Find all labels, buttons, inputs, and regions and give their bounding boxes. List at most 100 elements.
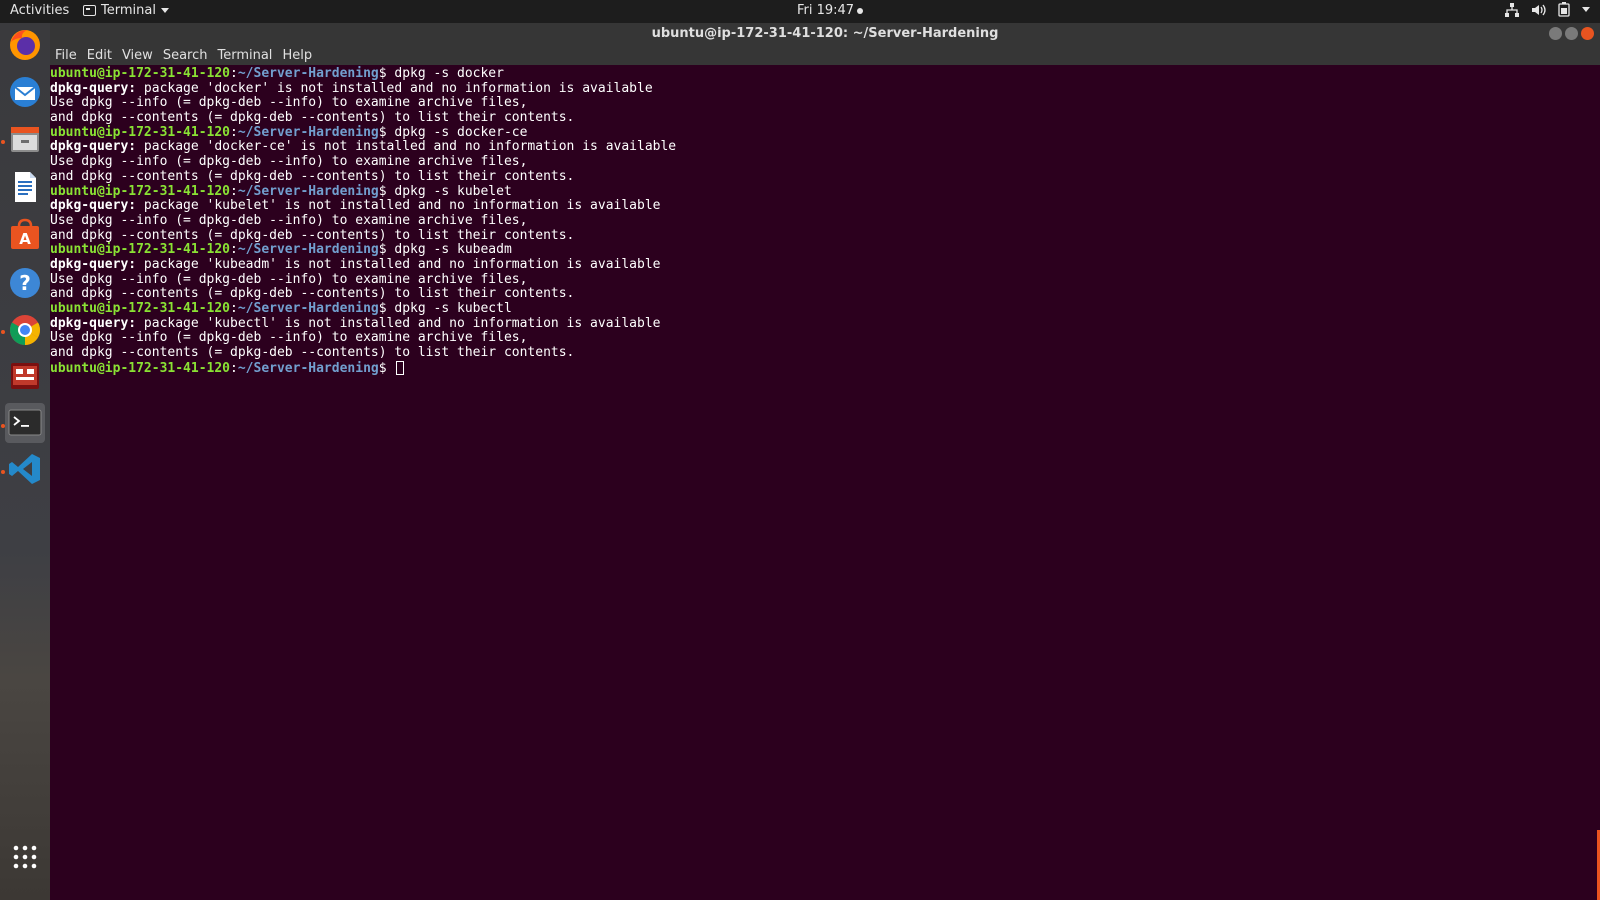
prompt-path: ~/Server-Hardening [237,242,379,258]
dock-thunderbird[interactable] [5,72,45,112]
dock-firefox[interactable] [5,25,45,65]
network-icon[interactable] [1505,2,1519,17]
show-apps-icon [13,845,37,869]
info-line: Use dpkg --info (= dpkg-deb --info) to e… [50,271,528,287]
prompt-line: ubuntu@ip-172-31-41-120:~/Server-Hardeni… [50,124,1600,141]
prompt-line: ubuntu@ip-172-31-41-120:~/Server-Hardeni… [50,242,1600,258]
top-bar: Activities Terminal Fri 19:47 [0,0,1600,23]
error-label: dpkg-query: [50,256,137,272]
error-label: dpkg-query: [50,80,137,96]
clock-label: Fri 19:47 [796,3,855,18]
prompt-line: ubuntu@ip-172-31-41-120:~/Server-Hardeni… [50,360,1600,376]
prompt-user-host: ubuntu@ip-172-31-41-120 [50,301,231,316]
volume-icon[interactable] [1531,3,1546,17]
info-line: Use dpkg --info (= dpkg-deb --info) to e… [50,95,528,111]
menu-terminal[interactable]: Terminal [217,48,272,63]
prompt-line: ubuntu@ip-172-31-41-120:~/Server-Hardeni… [50,301,1600,317]
dock-writer[interactable] [5,167,45,207]
minimize-button[interactable] [1549,27,1562,40]
close-button[interactable] [1581,27,1594,40]
info-line: and dpkg --contents (= dpkg-deb --conten… [50,345,575,361]
error-line: dpkg-query: package 'docker' is not inst… [50,80,1600,97]
info-line: Use dpkg --info (= dpkg-deb --info) to e… [50,330,528,346]
prompt-separator: : [230,360,238,376]
window-controls [1549,27,1594,40]
prompt-path: ~/Server-Hardening [237,124,379,140]
prompt-line: ubuntu@ip-172-31-41-120:~/Server-Hardeni… [50,183,1600,200]
dock-show-apps[interactable] [5,837,45,877]
prompt-line: ubuntu@ip-172-31-41-120:~/Server-Hardeni… [50,66,1600,82]
prompt-symbol: $ [378,242,395,258]
prompt-separator: : [230,242,238,258]
command-text: dpkg -s kubectl [394,301,512,316]
dock-remote-desktop[interactable] [5,356,45,396]
prompt-user-host: ubuntu@ip-172-31-41-120 [50,183,231,199]
vscode-icon [9,454,40,484]
system-menu-icon[interactable] [1582,7,1590,12]
prompt-separator: : [230,124,238,140]
prompt-symbol: $ [378,124,395,140]
dock-files[interactable] [5,119,45,159]
error-line: dpkg-query: package 'kubeadm' is not ins… [50,256,1600,273]
writer-icon [15,172,36,202]
help-icon: ? [10,268,40,298]
menu-bar: File Edit View Search Terminal Help [50,45,1600,65]
firefox-icon [10,30,40,60]
error-message: package 'kubeadm' is not installed and n… [136,256,661,272]
prompt-symbol: $ [378,301,395,316]
dock-vscode[interactable] [5,449,45,489]
dock-terminal[interactable] [5,403,45,443]
battery-icon[interactable] [1558,2,1570,17]
prompt-symbol: $ [378,66,395,81]
prompt-symbol: $ [378,360,395,376]
maximize-button[interactable] [1565,27,1578,40]
error-message: package 'kubelet' is not installed and n… [136,198,661,214]
info-line: Use dpkg --info (= dpkg-deb --info) to e… [50,154,528,170]
menu-view[interactable]: View [122,48,153,63]
dock-software[interactable]: A [5,214,45,254]
prompt-user-host: ubuntu@ip-172-31-41-120 [50,124,231,140]
prompt-path: ~/Server-Hardening [237,183,379,199]
prompt-path: ~/Server-Hardening [237,301,379,316]
menu-search[interactable]: Search [163,48,208,63]
info-line: Use dpkg --info (= dpkg-deb --info) to e… [50,212,528,228]
error-line: dpkg-query: package 'kubelet' is not ins… [50,198,1600,214]
remote-desktop-icon [11,363,39,389]
prompt-user-host: ubuntu@ip-172-31-41-120 [50,66,231,81]
prompt-separator: : [230,66,238,81]
terminal-output[interactable]: ubuntu@ip-172-31-41-120:~/Server-Hardeni… [50,65,1600,900]
error-line: dpkg-query: package 'docker-ce' is not i… [50,140,1600,155]
svg-text:?: ? [19,271,31,295]
dock-chrome[interactable] [5,310,45,350]
prompt-user-host: ubuntu@ip-172-31-41-120 [50,242,231,258]
system-tray[interactable] [1505,2,1590,17]
prompt-path: ~/Server-Hardening [237,360,379,376]
prompt-path: ~/Server-Hardening [237,66,379,81]
error-message: package 'kubectl' is not installed and n… [136,315,661,331]
menu-file[interactable]: File [55,48,77,63]
menu-edit[interactable]: Edit [87,48,112,63]
error-label: dpkg-query: [50,139,137,155]
menu-help[interactable]: Help [282,48,312,63]
command-text: dpkg -s kubeadm [394,242,512,258]
svg-text:A: A [19,230,31,248]
dock-help[interactable]: ? [5,263,45,303]
info-line: and dpkg --contents (= dpkg-deb --conten… [50,286,575,302]
thunderbird-icon [10,77,40,107]
window-titlebar[interactable]: ubuntu@ip-172-31-41-120: ~/Server-Harden… [50,23,1600,45]
software-center-icon: A [11,218,39,249]
command-text: dpkg -s docker-ce [394,124,528,140]
error-message: package 'docker' is not installed and no… [136,80,653,96]
info-line: and dpkg --contents (= dpkg-deb --conten… [50,110,575,126]
terminal-icon [8,409,42,436]
error-label: dpkg-query: [50,198,137,214]
command-text: dpkg -s kubelet [394,183,512,199]
prompt-user-host: ubuntu@ip-172-31-41-120 [50,360,231,376]
info-line: and dpkg --contents (= dpkg-deb --conten… [50,227,575,243]
command-text: dpkg -s docker [394,66,504,81]
info-line: and dpkg --contents (= dpkg-deb --conten… [50,168,575,184]
prompt-symbol: $ [378,183,395,199]
files-icon [11,127,39,152]
window-title: ubuntu@ip-172-31-41-120: ~/Server-Harden… [651,26,999,41]
clock[interactable]: Fri 19:47 [0,3,1600,18]
